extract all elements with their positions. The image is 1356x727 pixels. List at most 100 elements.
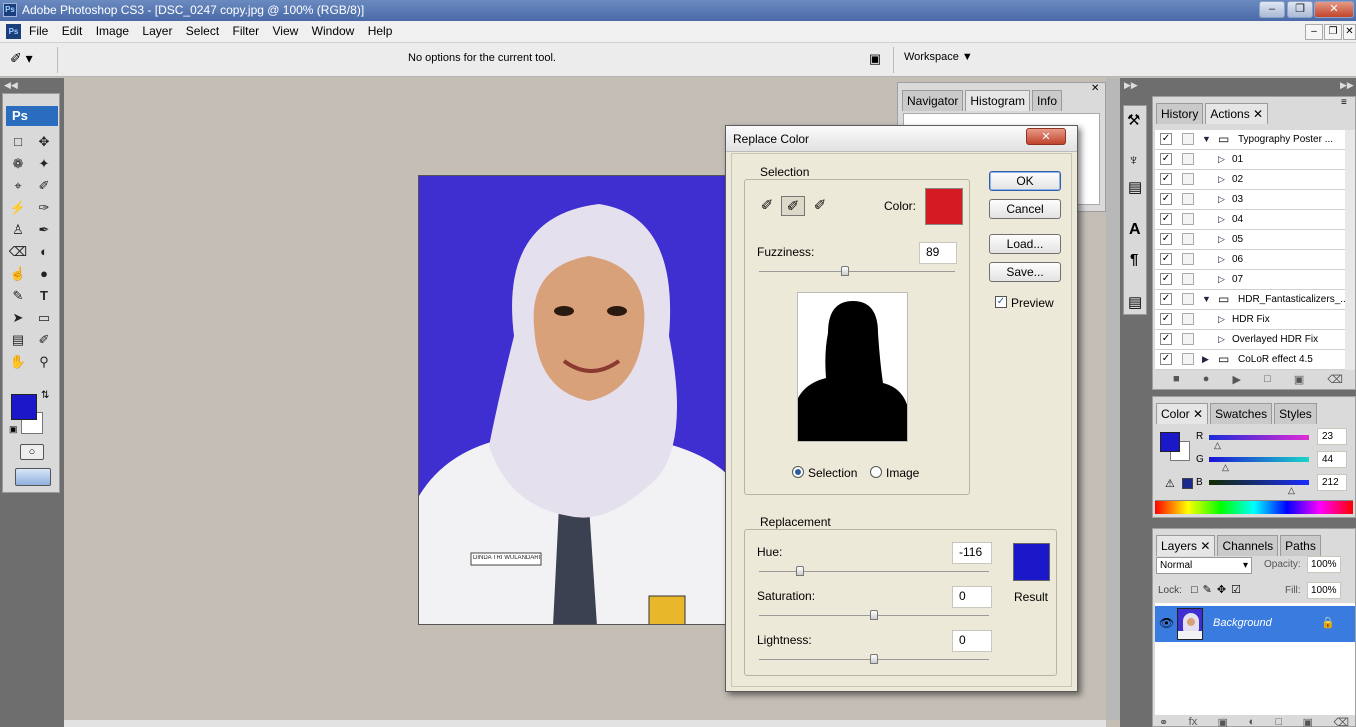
dialog-toggle-checkbox[interactable] xyxy=(1182,313,1194,325)
expand-triangle-icon[interactable]: ▷ xyxy=(1218,274,1225,285)
history-brush-tool-icon[interactable]: ✒ xyxy=(33,220,55,240)
panel-menu-icon[interactable]: ≡ xyxy=(1341,97,1347,108)
action-enabled-checkbox[interactable]: ✓ xyxy=(1160,293,1172,305)
zoom-tool-icon[interactable]: ⚲ xyxy=(33,352,55,372)
gamut-swatch[interactable] xyxy=(1182,478,1193,489)
radio-image[interactable] xyxy=(870,466,882,478)
layer-row-background[interactable]: 👁 Background 🔒 xyxy=(1155,606,1355,642)
preview-label[interactable]: Preview xyxy=(1011,296,1054,310)
canvas-scrollbar[interactable] xyxy=(1106,78,1120,720)
close-tab-icon[interactable]: ✕ xyxy=(1253,107,1263,121)
expand-triangle-icon[interactable]: ▷ xyxy=(1218,194,1225,205)
record-icon[interactable]: ● xyxy=(1203,373,1210,386)
action-enabled-checkbox[interactable]: ✓ xyxy=(1160,333,1172,345)
menu-file[interactable]: File xyxy=(24,21,53,41)
brushes-icon[interactable]: ♆ xyxy=(1128,152,1139,169)
move-tool-icon[interactable]: ✥ xyxy=(33,132,55,152)
close-tab-icon[interactable]: ✕ xyxy=(1193,407,1203,421)
dialog-toggle-checkbox[interactable] xyxy=(1182,273,1194,285)
action-enabled-checkbox[interactable]: ✓ xyxy=(1160,213,1172,225)
menu-edit[interactable]: Edit xyxy=(57,21,88,41)
r-slider-track[interactable] xyxy=(1209,435,1309,440)
tab-swatches[interactable]: Swatches xyxy=(1210,403,1273,424)
r-slider-thumb[interactable]: △ xyxy=(1214,440,1221,451)
fuzziness-slider-track[interactable] xyxy=(759,271,955,272)
menu-help[interactable]: Help xyxy=(363,21,398,41)
menu-view[interactable]: View xyxy=(268,21,304,41)
expand-triangle-icon[interactable]: ▷ xyxy=(1218,234,1225,245)
fill-input[interactable]: 100% xyxy=(1307,582,1341,599)
expand-dock-icon[interactable]: ▶▶ xyxy=(1340,80,1354,91)
eyedropper-plus-icon[interactable]: ✐ xyxy=(781,196,805,216)
layer-mask-icon[interactable]: ▣ xyxy=(1218,716,1228,727)
path-selection-tool-icon[interactable]: ➤ xyxy=(7,308,29,328)
saturation-slider-thumb[interactable] xyxy=(870,610,878,620)
tab-paths[interactable]: Paths xyxy=(1280,535,1321,556)
action-row[interactable]: ✓ ▷ 06 xyxy=(1155,250,1345,270)
action-enabled-checkbox[interactable]: ✓ xyxy=(1160,133,1172,145)
lasso-tool-icon[interactable]: ❁ xyxy=(7,154,29,174)
dialog-toggle-checkbox[interactable] xyxy=(1182,253,1194,265)
dialog-toggle-checkbox[interactable] xyxy=(1182,233,1194,245)
eyedropper-tool-icon[interactable]: ✐ xyxy=(33,330,55,350)
preview-checkbox[interactable]: ✓ xyxy=(995,296,1007,308)
expand-triangle-icon[interactable]: ▷ xyxy=(1218,254,1225,265)
action-set-row[interactable]: ✓ ▭ ▶ CoLoR effect 4.5 xyxy=(1155,350,1345,370)
screen-mode-icon[interactable] xyxy=(15,468,51,486)
close-window-button[interactable]: ✕ xyxy=(1314,1,1354,18)
menu-layer[interactable]: Layer xyxy=(137,21,177,41)
opacity-input[interactable]: 100% xyxy=(1307,556,1341,573)
doc-close-button[interactable]: ✕ xyxy=(1343,24,1356,40)
new-set-icon[interactable]: □ xyxy=(1264,373,1271,386)
hue-slider-track[interactable] xyxy=(759,571,989,572)
tab-histogram[interactable]: Histogram xyxy=(965,90,1031,111)
close-tab-icon[interactable]: ✕ xyxy=(1200,539,1210,553)
action-row[interactable]: ✓ ▷ HDR Fix xyxy=(1155,310,1345,330)
paragraph-icon[interactable]: ¶ xyxy=(1130,251,1138,268)
expand-triangle-icon[interactable]: ▷ xyxy=(1218,154,1225,165)
doc-minimize-button[interactable]: – xyxy=(1305,24,1323,40)
cancel-button[interactable]: Cancel xyxy=(989,199,1061,219)
fuzziness-slider-thumb[interactable] xyxy=(841,266,850,276)
brush-tool-icon[interactable]: ✑ xyxy=(33,198,55,218)
dialog-toggle-checkbox[interactable] xyxy=(1182,193,1194,205)
new-action-icon[interactable]: ▣ xyxy=(1294,373,1304,386)
action-row[interactable]: ✓ ▷ 02 xyxy=(1155,170,1345,190)
action-enabled-checkbox[interactable]: ✓ xyxy=(1160,153,1172,165)
eyedropper-icon[interactable]: ✐ xyxy=(758,196,776,216)
trash-icon[interactable]: ⌫ xyxy=(1333,716,1349,727)
visibility-eye-icon[interactable]: 👁 xyxy=(1159,616,1174,630)
dialog-toggle-checkbox[interactable] xyxy=(1182,133,1194,145)
dialog-toggle-checkbox[interactable] xyxy=(1182,333,1194,345)
bridge-icon[interactable]: ▣ xyxy=(864,51,886,69)
play-icon[interactable]: ▶ xyxy=(1233,373,1241,386)
tab-info[interactable]: Info xyxy=(1032,90,1063,111)
menu-filter[interactable]: Filter xyxy=(228,21,265,41)
ok-button[interactable]: OK xyxy=(989,171,1061,191)
expand-triangle-icon[interactable]: ▼ xyxy=(1202,294,1211,304)
selected-color-swatch[interactable] xyxy=(925,188,963,225)
r-value[interactable]: 23 xyxy=(1317,428,1347,445)
foreground-color-swatch[interactable] xyxy=(11,394,37,420)
layer-comps-icon[interactable]: ▤ xyxy=(1128,293,1142,311)
document-image[interactable]: DINDA TRI WULANDARI xyxy=(418,175,728,625)
action-enabled-checkbox[interactable]: ✓ xyxy=(1160,273,1172,285)
new-layer-icon[interactable]: ▣ xyxy=(1303,716,1313,727)
tool-preset-picker[interactable]: ✐ ▾ xyxy=(10,50,50,70)
tool-presets-icon[interactable]: ⚒ xyxy=(1127,111,1140,129)
type-tool-icon[interactable]: T xyxy=(33,286,55,306)
doc-restore-button[interactable]: ❐ xyxy=(1324,24,1342,40)
healing-brush-tool-icon[interactable]: ⚡ xyxy=(7,198,29,218)
action-row[interactable]: ✓ ▷ 05 xyxy=(1155,230,1345,250)
action-row[interactable]: ✓ ▷ 03 xyxy=(1155,190,1345,210)
smudge-tool-icon[interactable]: ☝ xyxy=(7,264,29,284)
layer-name[interactable]: Background xyxy=(1213,617,1272,629)
stop-icon[interactable]: ■ xyxy=(1173,373,1180,386)
document-icon[interactable]: Ps xyxy=(6,24,21,39)
warning-icon[interactable]: ⚠ xyxy=(1165,477,1175,490)
tab-styles[interactable]: Styles xyxy=(1274,403,1317,424)
action-row[interactable]: ✓ ▷ 01 xyxy=(1155,150,1345,170)
expand-triangle-icon[interactable]: ▷ xyxy=(1218,334,1225,345)
expand-triangle-icon[interactable]: ▷ xyxy=(1218,174,1225,185)
dialog-title-bar[interactable]: Replace Color ✕ xyxy=(726,126,1077,152)
